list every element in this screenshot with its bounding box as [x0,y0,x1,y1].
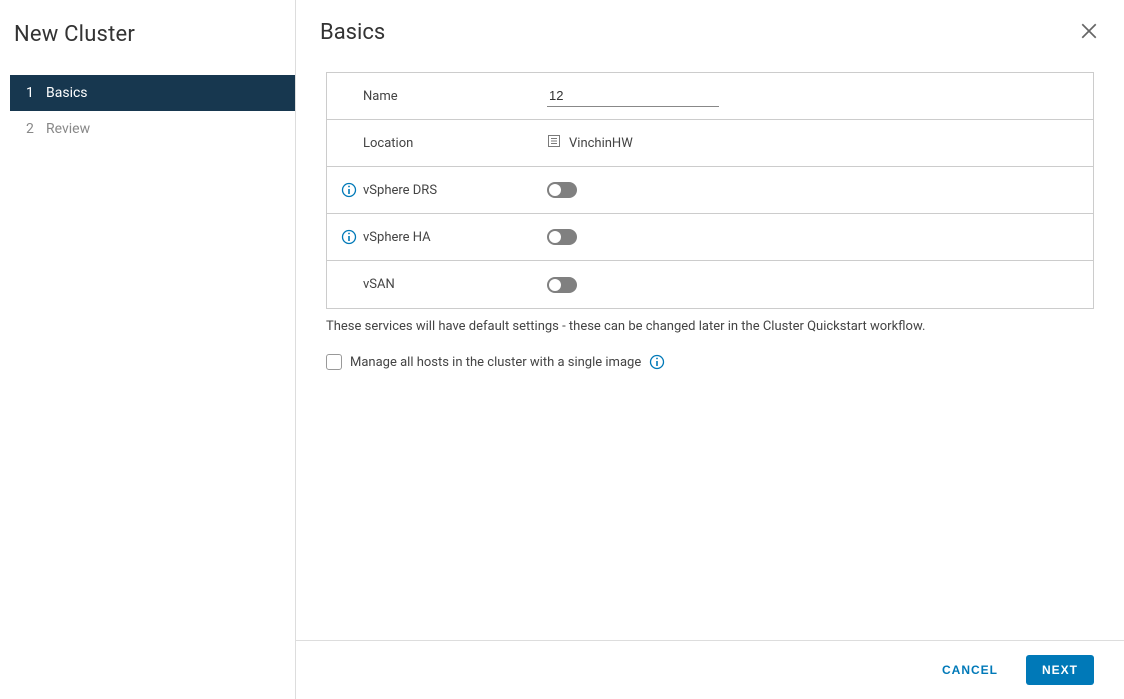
value-ha [547,229,1085,245]
toggle-vsan[interactable] [547,277,577,293]
close-button[interactable] [1078,20,1100,46]
info-icon[interactable] [649,354,665,370]
value-location: VinchinHW [547,134,1085,152]
step-basics[interactable]: 1 Basics [10,75,295,111]
step-list: 1 Basics 2 Review [0,65,295,147]
step-label: Review [46,121,90,137]
main-header: Basics [296,0,1124,54]
hint-text: These services will have default setting… [326,319,1094,334]
value-vsan [547,277,1085,293]
location-text: VinchinHW [569,136,633,151]
label-name-text: Name [363,89,398,104]
label-vsan-text: vSAN [363,277,395,292]
cancel-button[interactable]: CANCEL [926,655,1014,685]
label-ha: vSphere HA [337,229,547,245]
checkbox-row: Manage all hosts in the cluster with a s… [326,354,1094,370]
label-location-text: Location [363,136,413,151]
single-image-checkbox[interactable] [326,354,342,370]
wizard-title: New Cluster [0,0,295,65]
toggle-knob [549,231,561,243]
footer: CANCEL NEXT [296,640,1124,699]
label-vsan: vSAN [337,277,547,292]
close-icon [1080,22,1098,40]
checkbox-label: Manage all hosts in the cluster with a s… [350,355,641,370]
row-ha: vSphere HA [327,214,1093,261]
label-ha-text: vSphere HA [363,230,431,245]
next-button[interactable]: NEXT [1026,655,1094,685]
value-name [547,85,1085,107]
label-location: Location [337,136,547,151]
datacenter-icon [547,134,561,152]
toggle-drs[interactable] [547,182,577,198]
toggle-knob [549,279,561,291]
page-title: Basics [320,20,385,45]
step-number: 2 [26,121,46,137]
row-vsan: vSAN [327,261,1093,308]
main-panel: Basics Name Location [296,0,1124,699]
row-location: Location VinchinHW [327,120,1093,167]
label-drs-text: vSphere DRS [363,183,437,198]
label-name: Name [337,89,547,104]
step-review[interactable]: 2 Review [10,111,295,147]
toggle-ha[interactable] [547,229,577,245]
content-area: Name Location [296,54,1124,640]
settings-table: Name Location [326,72,1094,309]
step-label: Basics [46,85,88,101]
row-name: Name [327,73,1093,120]
value-drs [547,182,1085,198]
toggle-knob [549,184,561,196]
wizard-sidebar: New Cluster 1 Basics 2 Review [0,0,296,699]
row-drs: vSphere DRS [327,167,1093,214]
info-icon[interactable] [341,182,357,198]
step-number: 1 [26,85,46,101]
name-input[interactable] [547,85,719,107]
info-icon[interactable] [341,229,357,245]
label-drs: vSphere DRS [337,182,547,198]
